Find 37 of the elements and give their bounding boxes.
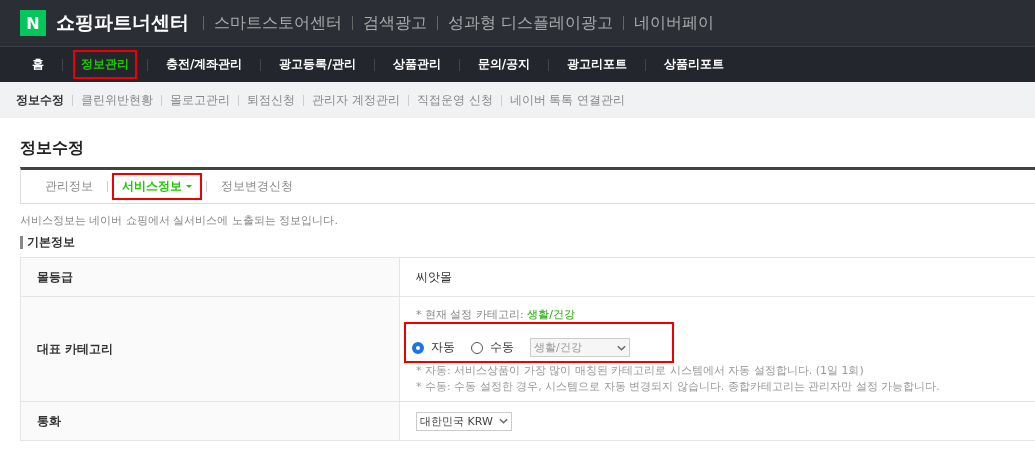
nav-tab[interactable]: 상품관리 xyxy=(384,50,449,79)
subnav-link[interactable]: 네이버 톡톡 연결관리 xyxy=(501,91,634,109)
radio-option[interactable]: 수동 xyxy=(471,339,514,356)
subnav-link[interactable]: 퇴점신청 xyxy=(239,91,303,109)
nav-tab[interactable]: 홈 xyxy=(24,50,52,79)
help-text: * 자동: 서비스상품이 가장 많이 매칭된 카테고리로 시스템에서 자동 설정합니다. (1일 1회) xyxy=(416,363,865,379)
subnav-link[interactable]: 직접운영 신청 xyxy=(408,91,501,109)
header-link[interactable]: 네이버페이 xyxy=(634,12,715,34)
nav-tab[interactable]: 상품리포트 xyxy=(656,50,733,79)
nav-tab[interactable]: 광고등록/관리 xyxy=(271,50,364,79)
section-title: 기본정보 xyxy=(20,236,1035,249)
page-title: 정보수정 xyxy=(20,137,85,159)
table-cell: 씨앗몰 xyxy=(399,257,1035,297)
row-label: 통화 xyxy=(20,401,400,441)
nav-tab[interactable]: 광고리포트 xyxy=(559,50,636,79)
subnav-link[interactable]: 정보수정 xyxy=(8,91,72,109)
tab[interactable]: 관리정보 xyxy=(35,173,103,200)
radio-option[interactable]: 자동 xyxy=(412,339,455,356)
chevron-down-icon xyxy=(617,344,626,351)
tab[interactable]: 정보변경신청 xyxy=(211,173,303,200)
row-label: 대표 카테고리 xyxy=(20,296,400,402)
subnav-link[interactable]: 관리자 계정관리 xyxy=(304,91,408,109)
subnav-link[interactable]: 몰로고관리 xyxy=(162,91,238,109)
header-link[interactable]: 성과형 디스플레이광고 xyxy=(448,12,614,34)
nav-tab[interactable]: 충전/계좌관리 xyxy=(158,50,251,79)
row-label: 몰등급 xyxy=(20,257,400,297)
subnav-link[interactable]: 클린위반현황 xyxy=(73,91,161,109)
current-category-text: * 현재 설정 카테고리: 생활/건강 xyxy=(416,307,576,322)
notice-text: 서비스정보는 네이버 쇼핑에서 실서비스에 노출되는 정보입니다. xyxy=(20,213,339,228)
nav-tab[interactable]: 문의/공지 xyxy=(469,50,539,79)
chevron-down-icon xyxy=(498,418,508,424)
site-title[interactable]: 쇼핑파트너센터 xyxy=(56,10,189,36)
nav-tab[interactable]: 정보관리 xyxy=(73,50,137,79)
currency-select[interactable]: 대한민국 KRW xyxy=(416,411,512,431)
header-link[interactable]: 스마트스토어센터 xyxy=(214,12,342,34)
help-text: * 수동: 수동 설정한 경우, 시스템으로 자동 변경되지 않습니다. 종합카테고리는 관리자만 설정 가능합니다. xyxy=(416,379,941,395)
header-link[interactable]: 검색광고 xyxy=(363,12,427,34)
